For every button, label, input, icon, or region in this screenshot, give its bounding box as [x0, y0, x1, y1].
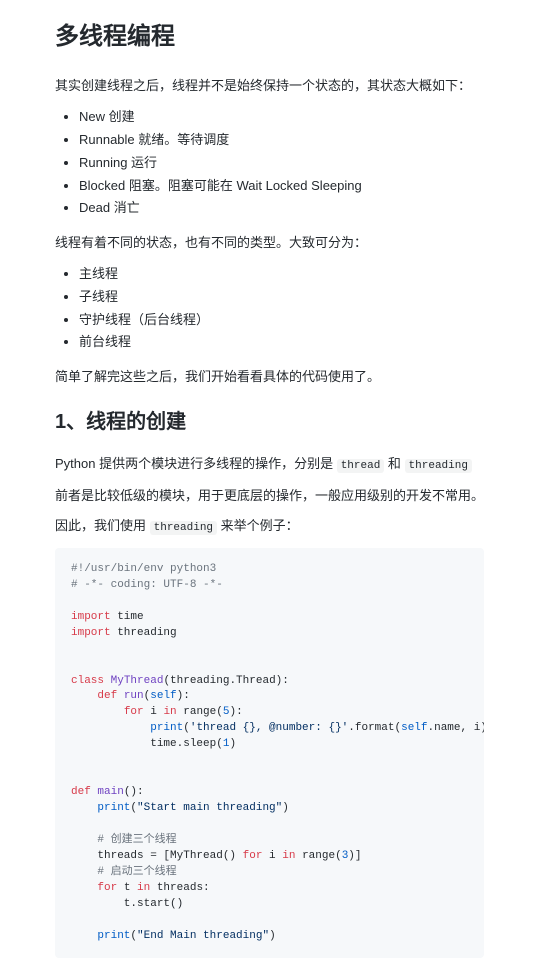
list-item: Dead 消亡 [79, 198, 484, 219]
list-item: Runnable 就绪。等待调度 [79, 130, 484, 151]
types-intro: 线程有着不同的状态，也有不同的类型。大致可分为： [55, 233, 484, 254]
inline-code: threading [150, 521, 217, 535]
intro-paragraph: 其实创建线程之后，线程并不是始终保持一个状态的，其状态大概如下： [55, 76, 484, 97]
list-item: 子线程 [79, 287, 484, 308]
inline-code: threading [405, 459, 472, 473]
lowlevel-paragraph: 前者是比较低级的模块，用于更底层的操作，一般应用级别的开发不常用。 [55, 486, 484, 507]
section-heading: 1、线程的创建 [55, 406, 484, 442]
states-list: New 创建 Runnable 就绪。等待调度 Running 运行 Block… [79, 107, 484, 219]
list-item: 守护线程（后台线程） [79, 310, 484, 331]
page-title: 多线程编程 [55, 18, 484, 62]
inline-code: thread [337, 459, 385, 473]
summary-paragraph: 简单了解完这些之后，我们开始看看具体的代码使用了。 [55, 367, 484, 388]
list-item: 主线程 [79, 264, 484, 285]
module-paragraph: Python 提供两个模块进行多线程的操作，分别是 thread 和 threa… [55, 454, 484, 476]
list-item: Running 运行 [79, 153, 484, 174]
code-block: #!/usr/bin/env python3 # -*- coding: UTF… [55, 548, 484, 959]
types-list: 主线程 子线程 守护线程（后台线程） 前台线程 [79, 264, 484, 353]
list-item: 前台线程 [79, 332, 484, 353]
list-item: Blocked 阻塞。阻塞可能在 Wait Locked Sleeping [79, 176, 484, 197]
example-intro: 因此，我们使用 threading 来举个例子： [55, 516, 484, 538]
list-item: New 创建 [79, 107, 484, 128]
